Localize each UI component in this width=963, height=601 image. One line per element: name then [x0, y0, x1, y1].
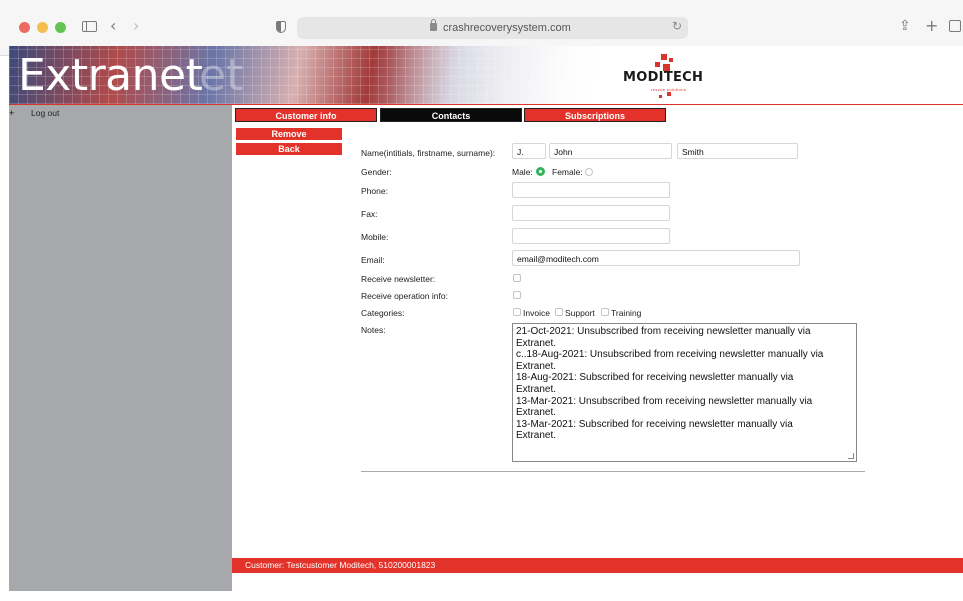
operation-info-label: Receive operation info:	[361, 291, 448, 301]
support-checkbox[interactable]	[555, 308, 563, 316]
notes-textarea[interactable]: 21-Oct-2021: Unsubscribed from receiving…	[512, 323, 857, 462]
notes-line: 18-Aug-2021: Subscribed for receiving ne…	[516, 372, 794, 384]
notes-line: Extranet.	[516, 383, 557, 395]
header-banner: Extranet et MODITECH rescue solutions	[9, 46, 963, 104]
logo-wordmark: MODITECH	[623, 70, 704, 85]
notes-line: c..18-Aug-2021: Unsubscribed from receiv…	[516, 349, 824, 361]
share-icon[interactable]: ⇪	[899, 16, 911, 36]
female-label: Female:	[552, 167, 583, 177]
resize-handle-icon[interactable]	[848, 453, 854, 459]
surname-field[interactable]: Smith	[677, 143, 798, 159]
notes-line: Extranet.	[516, 430, 557, 442]
notes-line: Extranet.	[516, 360, 557, 372]
forward-arrow-icon[interactable]: ›	[133, 16, 139, 36]
notes-label: Notes:	[361, 325, 386, 335]
gender-label: Gender:	[361, 167, 392, 177]
minimize-window-button[interactable]	[37, 22, 48, 33]
phone-label: Phone:	[361, 186, 388, 196]
site-title-shadow: et	[199, 50, 244, 101]
email-label: Email:	[361, 255, 385, 265]
mobile-label: Mobile:	[361, 232, 389, 242]
close-window-button[interactable]	[19, 22, 30, 33]
tab-overview-icon[interactable]	[949, 20, 961, 32]
form-divider	[361, 471, 865, 472]
invoice-label: Invoice	[523, 308, 550, 318]
notes-line: Extranet.	[516, 337, 557, 349]
fax-field[interactable]	[512, 205, 670, 221]
logout-label: Log out	[31, 108, 60, 118]
customer-status-bar: Customer: Testcustomer Moditech, 5102000…	[232, 558, 963, 573]
lock-icon	[430, 19, 437, 31]
notes-line: 13-Mar-2021: Subscribed for receiving ne…	[516, 418, 793, 430]
firstname-field[interactable]: John	[549, 143, 672, 159]
remove-button[interactable]: Remove	[236, 128, 342, 140]
address-bar[interactable]: crashrecoverysystem.com ↻	[297, 17, 688, 39]
site-title: Extranet	[18, 50, 203, 101]
female-radio[interactable]	[585, 168, 593, 176]
privacy-shield-icon[interactable]	[276, 21, 286, 33]
operation-info-checkbox[interactable]	[513, 291, 521, 299]
address-text: crashrecoverysystem.com	[443, 22, 571, 34]
male-label: Male:	[512, 167, 533, 177]
phone-field[interactable]	[512, 182, 670, 198]
new-tab-icon[interactable]: +	[925, 16, 938, 36]
newsletter-label: Receive newsletter:	[361, 274, 436, 284]
reload-icon[interactable]: ↻	[672, 19, 682, 33]
tab-contacts[interactable]: Contacts	[380, 108, 522, 122]
moditech-logo: MODITECH rescue solutions	[623, 50, 723, 100]
notes-line: 21-Oct-2021: Unsubscribed from receiving…	[516, 326, 811, 337]
initials-field[interactable]: J.	[512, 143, 546, 159]
plus-icon: +	[9, 108, 15, 118]
support-label: Support	[565, 308, 595, 318]
logo-tagline: rescue solutions	[651, 87, 687, 92]
training-checkbox[interactable]	[601, 308, 609, 316]
invoice-checkbox[interactable]	[513, 308, 521, 316]
left-sidebar: + Log out	[9, 105, 232, 591]
zoom-window-button[interactable]	[55, 22, 66, 33]
newsletter-checkbox[interactable]	[513, 274, 521, 282]
training-label: Training	[611, 308, 642, 318]
sidebar-toggle-icon[interactable]	[82, 21, 97, 32]
notes-line: Extranet.	[516, 407, 557, 419]
back-button[interactable]: Back	[236, 143, 342, 155]
tab-subscriptions[interactable]: Subscriptions	[524, 108, 666, 122]
back-arrow-icon[interactable]: ‹	[110, 16, 116, 36]
email-field[interactable]: email@moditech.com	[512, 250, 800, 266]
mobile-field[interactable]	[512, 228, 670, 244]
male-radio[interactable]	[536, 167, 545, 176]
categories-label: Categories:	[361, 308, 405, 318]
name-label: Name(intitials, firstname, surname):	[361, 148, 496, 158]
tab-customer-info[interactable]: Customer info	[235, 108, 377, 122]
notes-line: 13-Mar-2021: Unsubscribed from receiving…	[516, 395, 813, 407]
fax-label: Fax:	[361, 209, 378, 219]
